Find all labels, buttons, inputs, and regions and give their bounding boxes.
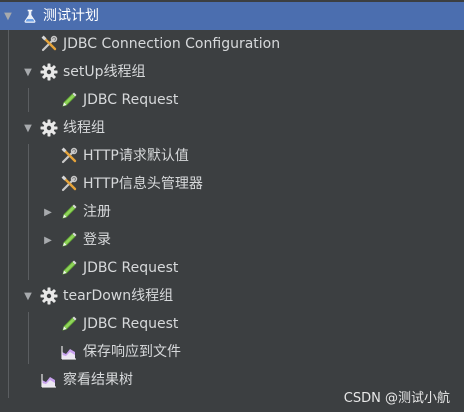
thread-group-gear-icon — [40, 287, 58, 305]
test-plan-icon — [21, 7, 39, 25]
tree-node-label: JDBC Connection Configuration — [63, 36, 281, 52]
config-tools-icon — [40, 35, 58, 53]
tree-node-jdbc-connection-configuration[interactable]: JDBC Connection Configuration — [0, 30, 464, 58]
chevron-down-icon[interactable]: ▼ — [22, 58, 34, 86]
chevron-right-icon[interactable]: ▶ — [42, 226, 54, 254]
watermark: CSDN @测试小航 — [343, 391, 450, 406]
sampler-pen-icon — [60, 259, 78, 277]
tree-node-login[interactable]: ▶ 登录 — [0, 226, 464, 254]
tree-node-jdbc-request[interactable]: JDBC Request — [0, 254, 464, 282]
tree-node-label: JDBC Request — [83, 92, 179, 108]
listener-chart-icon — [40, 371, 58, 389]
config-tools-icon — [60, 175, 78, 193]
chevron-down-icon[interactable]: ▼ — [22, 114, 34, 142]
tree-node-label: JDBC Request — [83, 260, 179, 276]
config-tools-icon — [60, 147, 78, 165]
tree-node-label: setUp线程组 — [63, 64, 146, 80]
tree-node-test-plan[interactable]: ▼ 测试计划 — [0, 2, 464, 30]
listener-chart-icon — [60, 343, 78, 361]
tree-node-label: 测试计划 — [43, 8, 99, 24]
tree-node-http-header-manager[interactable]: HTTP信息头管理器 — [0, 170, 464, 198]
tree-node-label: HTTP信息头管理器 — [83, 176, 203, 192]
test-plan-tree: ▼ 测试计划 JDBC Connection Configuration ▼ s… — [0, 0, 464, 412]
tree-node-label: 线程组 — [63, 120, 105, 136]
chevron-right-icon[interactable]: ▶ — [42, 198, 54, 226]
sampler-pen-icon — [60, 91, 78, 109]
tree-node-jdbc-request[interactable]: JDBC Request — [0, 310, 464, 338]
sampler-pen-icon — [60, 203, 78, 221]
tree-node-label: HTTP请求默认值 — [83, 148, 189, 164]
tree-node-setup-thread-group[interactable]: ▼ setUp线程组 — [0, 58, 464, 86]
tree-node-thread-group[interactable]: ▼ 线程组 — [0, 114, 464, 142]
thread-group-gear-icon — [40, 63, 58, 81]
chevron-down-icon[interactable]: ▼ — [22, 282, 34, 310]
sampler-pen-icon — [60, 315, 78, 333]
thread-group-gear-icon — [40, 119, 58, 137]
tree-node-label: 保存响应到文件 — [83, 344, 181, 360]
tree-node-label: 察看结果树 — [63, 372, 133, 388]
tree-node-http-request-defaults[interactable]: HTTP请求默认值 — [0, 142, 464, 170]
tree-node-label: 注册 — [83, 204, 111, 220]
tree-node-register[interactable]: ▶ 注册 — [0, 198, 464, 226]
chevron-down-icon[interactable]: ▼ — [2, 2, 14, 30]
tree-node-save-responses-to-file[interactable]: 保存响应到文件 — [0, 338, 464, 366]
tree-node-teardown-thread-group[interactable]: ▼ tearDown线程组 — [0, 282, 464, 310]
tree-node-jdbc-request[interactable]: JDBC Request — [0, 86, 464, 114]
tree-node-label: JDBC Request — [83, 316, 179, 332]
tree-node-label: tearDown线程组 — [63, 288, 174, 304]
tree-node-label: 登录 — [83, 232, 111, 248]
sampler-pen-icon — [60, 231, 78, 249]
